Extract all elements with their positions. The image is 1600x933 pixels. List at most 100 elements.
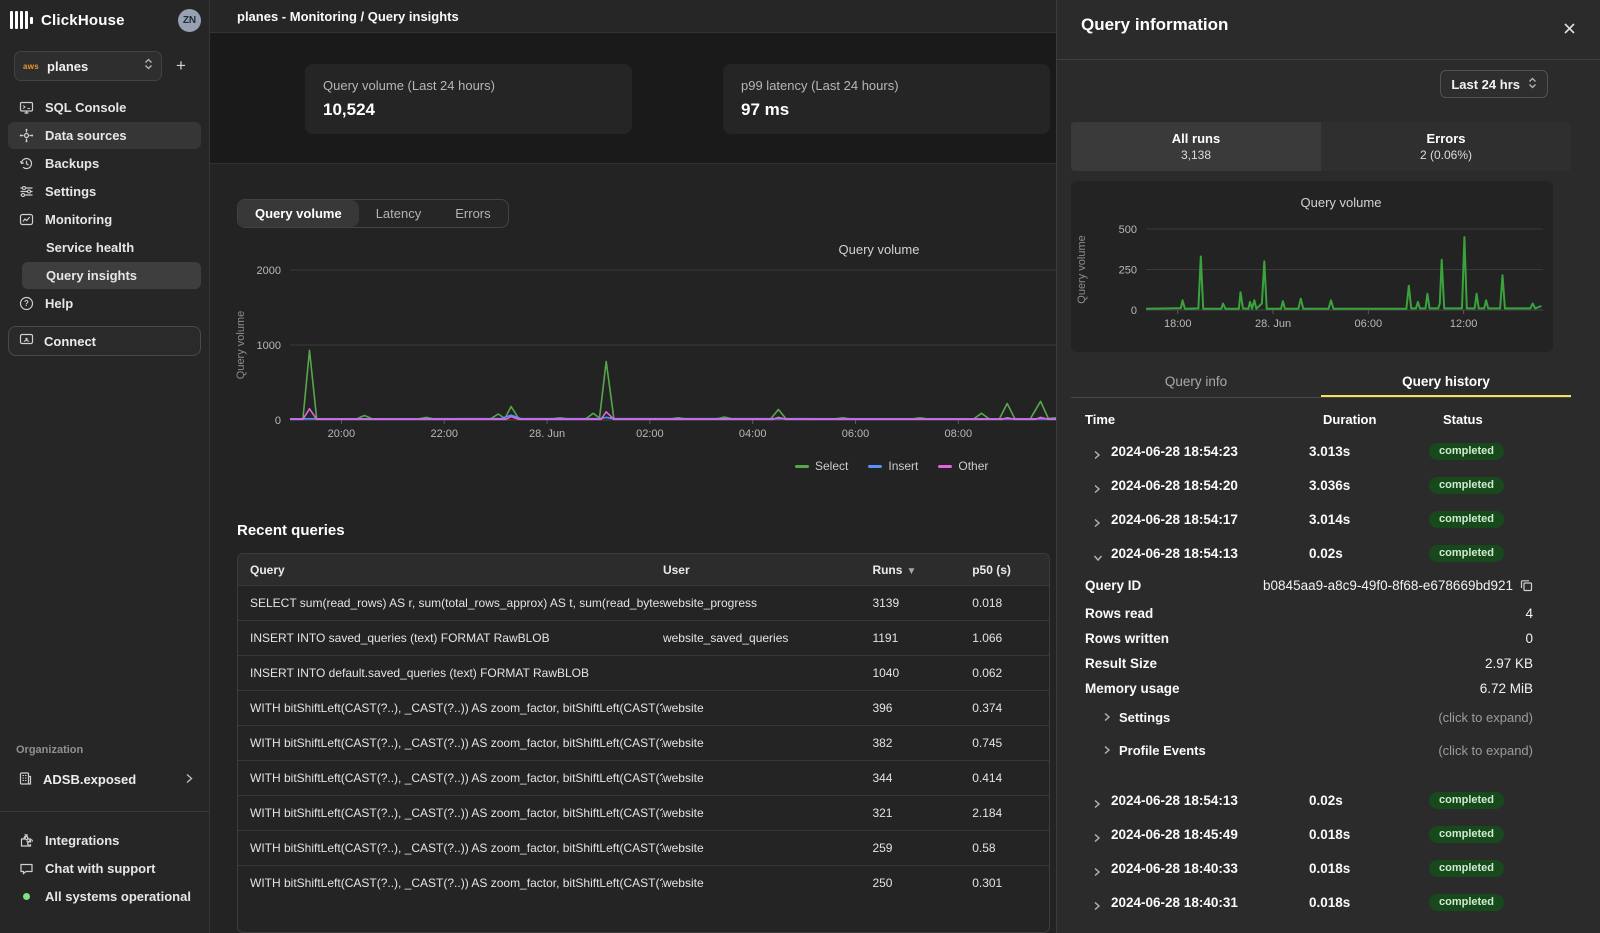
history-duration: 0.02s xyxy=(1309,793,1343,808)
tab-errors[interactable]: Errors xyxy=(438,200,507,227)
runs-errors-segments: All runs 3,138 Errors 2 (0.06%) xyxy=(1071,122,1571,171)
sidebar-item-help[interactable]: ? Help xyxy=(8,290,201,317)
sort-desc-icon: ▼ xyxy=(906,566,916,577)
sidebar-item-chat-with-support[interactable]: Chat with support xyxy=(8,855,201,882)
cell-runs: 1191 xyxy=(872,631,972,645)
legend-label: Other xyxy=(958,459,988,473)
history-row[interactable]: 2024-06-28 18:54:130.02scompleted xyxy=(1071,538,1587,572)
table-row[interactable]: WITH bitShiftLeft(CAST(?..), _CAST(?..))… xyxy=(238,795,1049,830)
sidebar-item-settings[interactable]: Settings xyxy=(8,178,201,205)
tab-latency[interactable]: Latency xyxy=(359,200,439,227)
chevron-right-icon xyxy=(185,772,193,787)
tab-query-info[interactable]: Query info xyxy=(1071,368,1321,397)
recent-queries-title: Recent queries xyxy=(237,522,345,539)
cell-p50: 0.414 xyxy=(972,771,1049,785)
sidebar-item-monitoring[interactable]: Monitoring xyxy=(8,206,201,233)
monitoring-icon xyxy=(18,212,35,227)
legend-item-insert[interactable]: Insert xyxy=(868,459,918,473)
close-icon[interactable] xyxy=(1558,17,1580,39)
table-row[interactable]: SELECT sum(read_rows) AS r, sum(total_ro… xyxy=(238,585,1049,620)
chevron-right-icon[interactable] xyxy=(1093,515,1101,533)
cell-runs: 1040 xyxy=(872,666,972,680)
expander-profile-events[interactable]: Profile Events(click to expand) xyxy=(1071,734,1587,767)
expander-settings[interactable]: Settings(click to expand) xyxy=(1071,701,1587,734)
sidebar-item-backups[interactable]: Backups xyxy=(8,150,201,177)
column-header-runs[interactable]: Runs▼ xyxy=(872,563,972,577)
tab-query-history[interactable]: Query history xyxy=(1321,368,1571,397)
connect-icon xyxy=(19,332,34,350)
chevron-down-icon[interactable] xyxy=(1088,554,1106,562)
column-header-status: Status xyxy=(1443,412,1483,427)
sidebar-item-service-health[interactable]: Service health xyxy=(8,234,201,261)
column-header-query[interactable]: Query xyxy=(238,563,663,577)
detail-label: Rows written xyxy=(1085,631,1169,646)
organization-switcher[interactable]: ADSB.exposed xyxy=(8,766,201,793)
chevron-right-icon[interactable] xyxy=(1093,830,1101,848)
history-row[interactable]: 2024-06-28 18:40:330.018scompleted xyxy=(1071,853,1587,887)
add-service-button[interactable]: + xyxy=(172,56,190,76)
status-badge: completed xyxy=(1429,792,1504,809)
legend-swatch xyxy=(938,465,952,468)
segment-all-runs[interactable]: All runs 3,138 xyxy=(1071,122,1321,171)
table-row[interactable]: WITH bitShiftLeft(CAST(?..), _CAST(?..))… xyxy=(238,760,1049,795)
segment-errors[interactable]: Errors 2 (0.06%) xyxy=(1321,122,1571,171)
sidebar-item-integrations[interactable]: Integrations xyxy=(8,827,201,854)
project-name: planes xyxy=(47,59,88,74)
chevron-right-icon[interactable] xyxy=(1093,481,1101,499)
table-row[interactable]: INSERT INTO default.saved_queries (text)… xyxy=(238,655,1049,690)
time-range-select[interactable]: Last 24 hrs xyxy=(1440,70,1548,98)
table-row[interactable]: WITH bitShiftLeft(CAST(?..), _CAST(?..))… xyxy=(238,830,1049,865)
expander-label: Profile Events xyxy=(1119,743,1206,758)
history-row[interactable]: 2024-06-28 18:45:490.018scompleted xyxy=(1071,819,1587,853)
history-row[interactable]: 2024-06-28 18:54:130.02scompleted xyxy=(1071,785,1587,819)
history-rows-more: 2024-06-28 18:54:130.02scompleted2024-06… xyxy=(1071,785,1587,921)
history-row[interactable]: 2024-06-28 18:54:203.036scompleted xyxy=(1071,470,1587,504)
column-header-user[interactable]: User xyxy=(663,563,872,577)
svg-text:04:00: 04:00 xyxy=(739,428,767,440)
column-header-p50[interactable]: p50 (s) xyxy=(972,563,1049,577)
table-row[interactable]: INSERT INTO saved_queries (text) FORMAT … xyxy=(238,620,1049,655)
chat-icon xyxy=(18,861,35,876)
stat-label: Query volume (Last 24 hours) xyxy=(323,78,614,93)
svg-text:0: 0 xyxy=(1131,305,1137,317)
table-row[interactable]: WITH bitShiftLeft(CAST(?..), _CAST(?..))… xyxy=(238,725,1049,760)
expander-hint: (click to expand) xyxy=(1438,710,1533,725)
svg-text:06:00: 06:00 xyxy=(842,428,870,440)
cell-query: INSERT INTO saved_queries (text) FORMAT … xyxy=(238,631,663,645)
sidebar-item-label: Help xyxy=(45,296,73,311)
history-row[interactable]: 2024-06-28 18:40:310.018scompleted xyxy=(1071,887,1587,921)
tab-query-volume[interactable]: Query volume xyxy=(238,200,359,227)
detail-label: Memory usage xyxy=(1085,681,1180,696)
integrations-icon xyxy=(18,833,35,848)
sidebar-item-data-sources[interactable]: Data sources xyxy=(8,122,201,149)
aws-icon: aws xyxy=(23,62,39,71)
connect-button[interactable]: Connect xyxy=(8,326,201,356)
sidebar-item-sql-console[interactable]: SQL Console xyxy=(8,94,201,121)
organization-icon xyxy=(18,771,33,789)
table-row[interactable]: WITH bitShiftLeft(CAST(?..), _CAST(?..))… xyxy=(238,690,1049,725)
copy-icon[interactable] xyxy=(1520,579,1533,592)
legend-swatch xyxy=(795,465,809,468)
legend-item-other[interactable]: Other xyxy=(938,459,988,473)
history-row[interactable]: 2024-06-28 18:54:233.013scompleted xyxy=(1071,436,1587,470)
history-duration: 3.036s xyxy=(1309,478,1350,493)
column-header-duration: Duration xyxy=(1323,412,1376,427)
sidebar-item-query-insights[interactable]: Query insights xyxy=(22,262,201,289)
history-duration: 0.02s xyxy=(1309,546,1343,561)
chevron-right-icon[interactable] xyxy=(1093,864,1101,882)
user-avatar[interactable]: ZN xyxy=(178,9,201,32)
legend-item-select[interactable]: Select xyxy=(795,459,848,473)
query-volume-chart: 01000200020:0022:0028. Jun02:0004:0006:0… xyxy=(230,235,1056,480)
detail-value: 6.72 MiB xyxy=(1480,681,1533,696)
table-row[interactable]: WITH bitShiftLeft(CAST(?..), _CAST(?..))… xyxy=(238,865,1049,900)
chevron-right-icon[interactable] xyxy=(1093,447,1101,465)
project-selector[interactable]: aws planes xyxy=(14,51,162,81)
stat-label: p99 latency (Last 24 hours) xyxy=(741,78,1032,93)
query-detail: Query IDb0845aa9-a8c9-49f0-8f68-e678669b… xyxy=(1071,570,1587,767)
chevron-right-icon[interactable] xyxy=(1093,898,1101,916)
chevron-right-icon[interactable] xyxy=(1093,796,1101,814)
history-row[interactable]: 2024-06-28 18:54:173.014scompleted xyxy=(1071,504,1587,538)
sidebar-item-system-status[interactable]: All systems operational xyxy=(8,883,201,910)
detail-value: 0 xyxy=(1525,631,1533,646)
svg-text:?: ? xyxy=(24,299,29,308)
